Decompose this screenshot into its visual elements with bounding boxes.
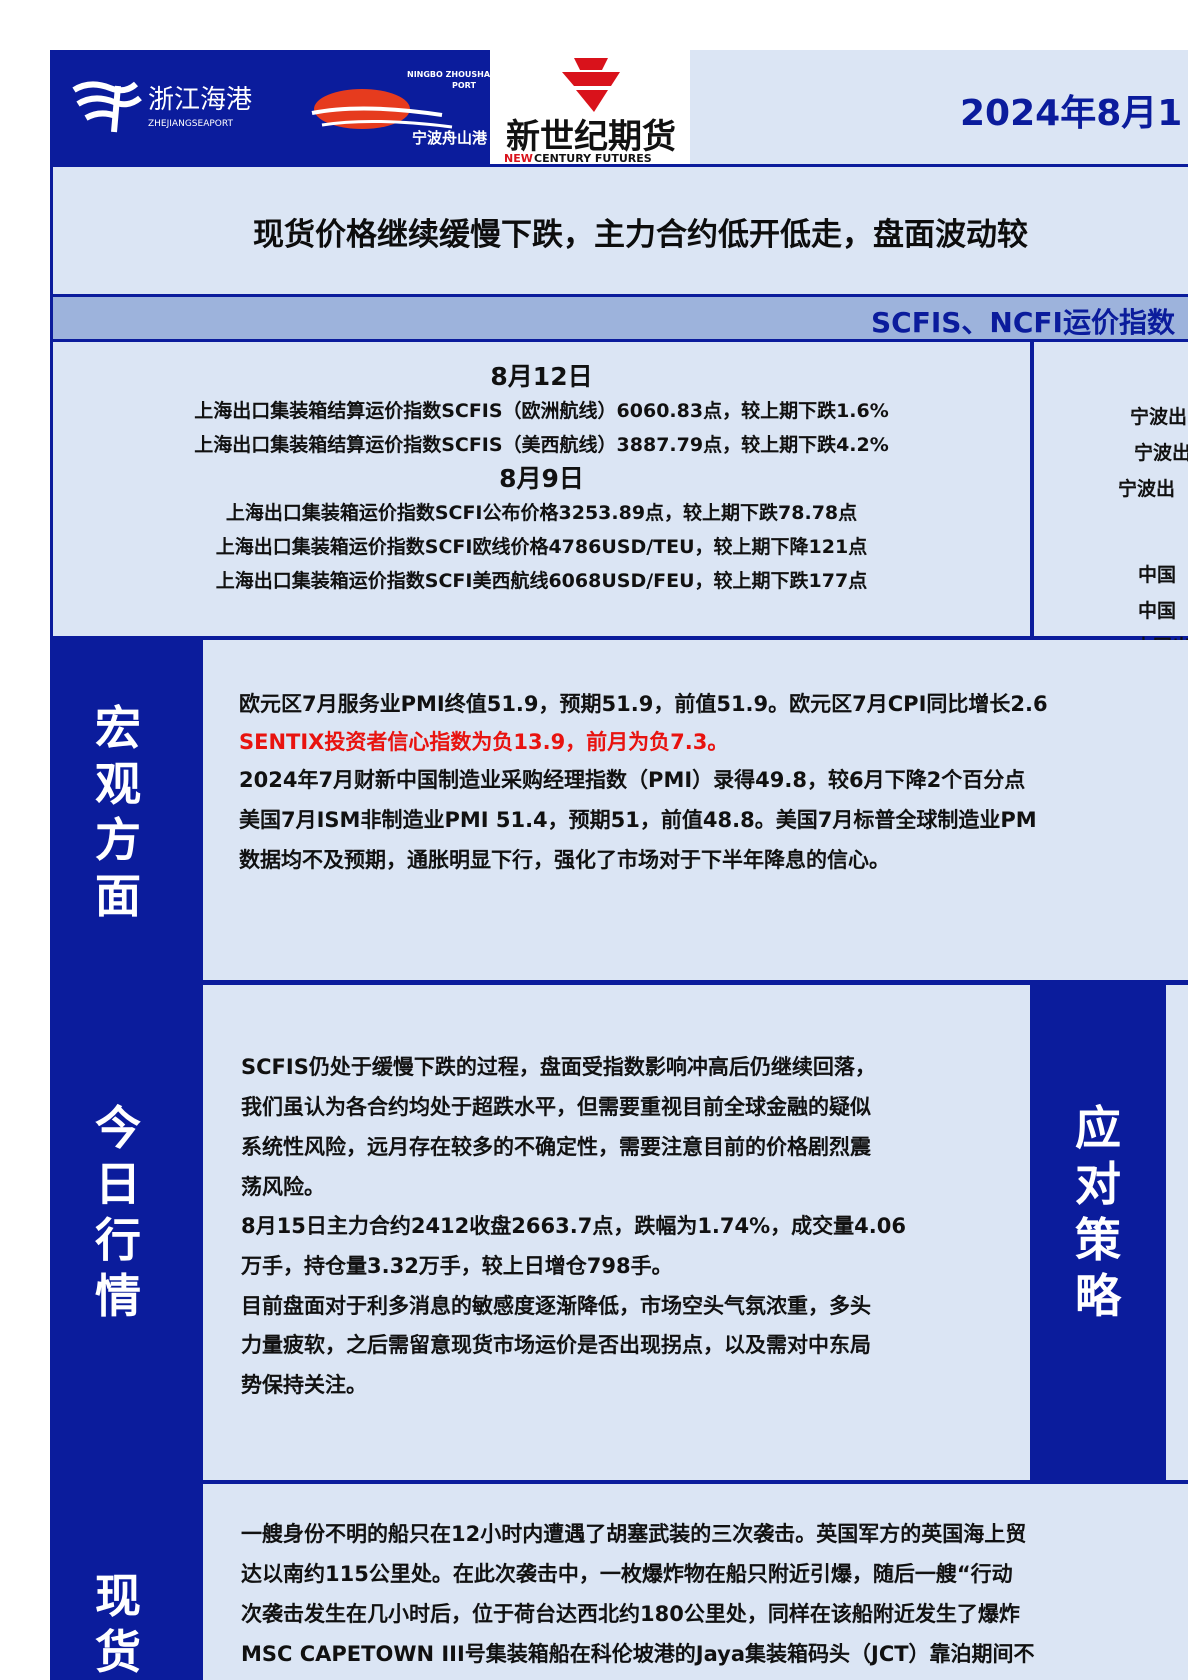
macro-text: 数据均不及预期，通胀明显下行，强化了市场对于下半年降息的信心。 bbox=[239, 848, 890, 872]
strategy-panel bbox=[1166, 985, 1188, 1480]
today-text: 我们虽认为各合约均处于超跌水平，但需要重视目前全球金融的疑似 bbox=[241, 1095, 871, 1119]
spot-text: MSC CAPETOWN III号集装箱船在科伦坡港的Jaya集装箱码头（JCT… bbox=[241, 1642, 1035, 1666]
svg-text:ZHEJIANGSEAPORT: ZHEJIANGSEAPORT bbox=[148, 119, 233, 129]
macro-label: 宏观方面 bbox=[95, 701, 141, 923]
today-text: 万手，持仓量3.32万手，较上日增仓798手。 bbox=[241, 1254, 673, 1278]
zhejiang-seaport-logo: 浙江海港 ZHEJIANGSEAPORT bbox=[70, 70, 280, 140]
svg-text:宁波舟山港: 宁波舟山港 bbox=[412, 129, 488, 147]
index-line: 上海出口集装箱运价指数SCFI公布价格3253.89点，较上期下跌78.78点 bbox=[225, 502, 858, 524]
today-text: 目前盘面对于利多消息的敏感度逐渐降低，市场空头气氛浓重，多头 bbox=[241, 1294, 871, 1318]
ncfi-line: 宁波出 bbox=[1134, 442, 1188, 464]
report-date: 2024年8月1 bbox=[960, 93, 1183, 134]
macro-text: 欧元区7月服务业PMI终值51.9，预期51.9，前值51.9。欧元区7月CPI… bbox=[239, 692, 1048, 716]
scfis-index-panel: 8月12日 上海出口集装箱结算运价指数SCFIS（欧洲航线）6060.83点，较… bbox=[53, 342, 1030, 636]
headline: 现货价格继续缓慢下跌，主力合约低开低走，盘面波动较 bbox=[253, 217, 1028, 253]
ncfi-line: 宁波出 bbox=[1118, 478, 1176, 500]
spot-text: 达以南约115公里处。在此次袭击中，一枚爆炸物在船只附近引爆，随后一艘“行动 bbox=[241, 1562, 1013, 1586]
index-line: 上海出口集装箱运价指数SCFI欧线价格4786USD/TEU，较上期下降121点 bbox=[215, 536, 868, 558]
macro-text: 美国7月ISM非制造业PMI 51.4，预期51，前值48.8。美国7月标普全球… bbox=[239, 808, 1037, 832]
index-line: 上海出口集装箱运价指数SCFI美西航线6068USD/FEU，较上期下跌177点 bbox=[215, 570, 868, 592]
ncfi-line: 中国 bbox=[1138, 564, 1177, 586]
zhejiang-cn-text: 浙江海港 bbox=[148, 85, 252, 115]
svg-text:NINGBO ZHOUSHAN: NINGBO ZHOUSHAN bbox=[407, 70, 497, 79]
spot-text: 一艘身份不明的船只在12小时内遭遇了胡塞武装的三次袭击。英国军方的英国海上贸 bbox=[241, 1522, 1027, 1546]
today-text: 系统性风险，远月存在较多的不确定性，需要注意目前的价格剧烈震 bbox=[241, 1135, 871, 1159]
section-header: SCFIS、NCFI运价指数 bbox=[53, 297, 1188, 339]
ncfi-line: 中国 bbox=[1138, 600, 1177, 622]
today-text: 势保持关注。 bbox=[241, 1373, 367, 1397]
logo-bar: 浙江海港 ZHEJIANGSEAPORT NINGBO ZHOUSHAN POR… bbox=[50, 50, 692, 165]
today-panel: SCFIS仍处于缓慢下跌的过程，盘面受指数影响冲高后仍继续回落， 我们虽认为各合… bbox=[203, 985, 1030, 1480]
headline-box: 现货价格继续缓慢下跌，主力合约低开低走，盘面波动较 bbox=[53, 167, 1188, 294]
index-line: 上海出口集装箱结算运价指数SCFIS（美西航线）3887.79点，较上期下跌4.… bbox=[194, 434, 889, 456]
spot-text: 次袭击发生在几小时后，位于荷台达西北约180公里处，同样在该船附近发生了爆炸 bbox=[241, 1602, 1020, 1626]
index-line: 上海出口集装箱结算运价指数SCFIS（欧洲航线）6060.83点，较上期下跌1.… bbox=[194, 400, 889, 422]
index-date-2: 8月9日 bbox=[499, 464, 584, 493]
macro-text-highlight: SENTIX投资者信心指数为负13.9，前月为负7.3。 bbox=[239, 730, 729, 754]
today-text: 力量疲软，之后需留意现货市场运价是否出现拐点，以及需对中东局 bbox=[241, 1333, 871, 1357]
svg-text:NEW: NEW bbox=[504, 152, 533, 164]
ncfi-line: 宁波出 bbox=[1130, 406, 1188, 428]
spot-label: 现货 bbox=[95, 1569, 141, 1679]
today-text: SCFIS仍处于缓慢下跌的过程，盘面受指数影响冲高后仍继续回落， bbox=[241, 1055, 876, 1079]
ncfi-index-panel: 宁波出 宁波出 宁波出 中国 中国 中国出 bbox=[1034, 342, 1188, 658]
macro-panel: 欧元区7月服务业PMI终值51.9，预期51.9，前值51.9。欧元区7月CPI… bbox=[203, 640, 1188, 980]
section-title: SCFIS、NCFI运价指数 bbox=[871, 306, 1175, 339]
index-date-1: 8月12日 bbox=[490, 362, 593, 391]
report-date-box: 2024年8月1 bbox=[690, 50, 1188, 164]
macro-text: 2024年7月财新中国制造业采购经理指数（PMI）录得49.8，较6月下降2个百… bbox=[239, 768, 1026, 792]
svg-text:CENTURY FUTURES: CENTURY FUTURES bbox=[534, 152, 652, 164]
strategy-label: 应对策略 bbox=[1075, 1101, 1121, 1323]
spot-panel: 一艘身份不明的船只在12小时内遭遇了胡塞武装的三次袭击。英国军方的英国海上贸 达… bbox=[203, 1484, 1188, 1680]
today-label: 今日行情 bbox=[95, 1101, 141, 1323]
new-century-futures-logo: 新世纪期货 NEW CENTURY FUTURES bbox=[490, 50, 692, 165]
svg-text:PORT: PORT bbox=[452, 81, 476, 90]
svg-text:新世纪期货: 新世纪期货 bbox=[506, 117, 676, 157]
today-text: 荡风险。 bbox=[241, 1175, 325, 1199]
today-text: 8月15日主力合约2412收盘2663.7点，跌幅为1.74%，成交量4.06 bbox=[241, 1214, 906, 1238]
